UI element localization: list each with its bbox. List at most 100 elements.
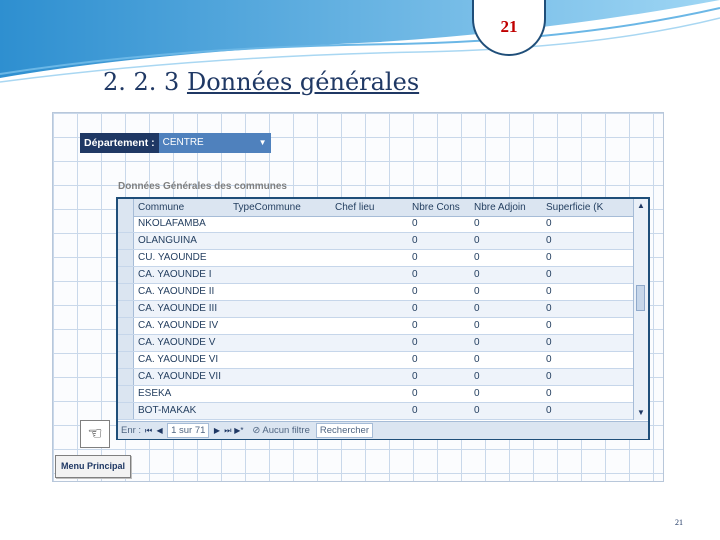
row-selector[interactable] [118,335,134,351]
cell-type[interactable] [229,335,331,351]
cell-commune[interactable]: CA. YAOUNDE VI [134,352,229,368]
cell-superficie[interactable]: 0 [542,267,634,283]
cell-chef-lieu[interactable] [331,233,408,249]
cell-nbre-cons[interactable]: 0 [408,284,470,300]
cell-chef-lieu[interactable] [331,216,408,232]
next-record-icon[interactable]: ▶ [211,426,222,435]
table-row[interactable]: CA. YAOUNDE III 0 0 0 [118,301,634,318]
cell-nbre-adjoin[interactable]: 0 [470,335,542,351]
scroll-up-icon[interactable]: ▲ [634,199,648,213]
table-row[interactable]: NKOLAFAMBA 0 0 0 [118,216,634,233]
table-row[interactable]: ESEKA 0 0 0 [118,386,634,403]
cell-nbre-cons[interactable]: 0 [408,267,470,283]
row-selector[interactable] [118,318,134,334]
row-selector[interactable] [118,250,134,266]
cell-commune[interactable]: ESEKA [134,386,229,402]
table-row[interactable]: CA. YAOUNDE VII 0 0 0 [118,369,634,386]
cell-chef-lieu[interactable] [331,250,408,266]
table-row[interactable]: CU. YAOUNDE 0 0 0 [118,250,634,267]
column-header[interactable]: Nbre Cons [408,199,470,216]
cell-nbre-adjoin[interactable]: 0 [470,267,542,283]
column-header[interactable]: Superficie (K [542,199,634,216]
cell-nbre-adjoin[interactable]: 0 [470,318,542,334]
cell-chef-lieu[interactable] [331,403,408,419]
cell-nbre-cons[interactable]: 0 [408,386,470,402]
cell-superficie[interactable]: 0 [542,386,634,402]
row-selector[interactable] [118,386,134,402]
table-row[interactable]: OLANGUINA 0 0 0 [118,233,634,250]
cell-chef-lieu[interactable] [331,267,408,283]
column-header[interactable]: Chef lieu [331,199,408,216]
cell-chef-lieu[interactable] [331,386,408,402]
cell-commune[interactable]: CA. YAOUNDE V [134,335,229,351]
table-row[interactable]: CA. YAOUNDE VI 0 0 0 [118,352,634,369]
department-select[interactable]: CENTRE ▼ [158,133,271,153]
cell-chef-lieu[interactable] [331,284,408,300]
first-record-icon[interactable]: ⏮ [143,426,154,436]
cell-commune[interactable]: CA. YAOUNDE III [134,301,229,317]
cell-superficie[interactable]: 0 [542,216,634,232]
cell-commune[interactable]: CA. YAOUNDE VII [134,369,229,385]
row-selector[interactable] [118,267,134,283]
cell-nbre-cons[interactable]: 0 [408,250,470,266]
row-selector[interactable] [118,233,134,249]
last-record-icon[interactable]: ⏭ [222,426,233,436]
cell-commune[interactable]: CA. YAOUNDE II [134,284,229,300]
scroll-down-icon[interactable]: ▼ [634,406,648,420]
cell-chef-lieu[interactable] [331,318,408,334]
row-selector[interactable] [118,369,134,385]
cell-type[interactable] [229,284,331,300]
cell-type[interactable] [229,403,331,419]
row-selector[interactable] [118,284,134,300]
cell-nbre-adjoin[interactable]: 0 [470,301,542,317]
record-number-input[interactable]: 1 sur 71 [167,423,210,438]
cell-superficie[interactable]: 0 [542,369,634,385]
cell-type[interactable] [229,250,331,266]
cell-commune[interactable]: CA. YAOUNDE IV [134,318,229,334]
table-row[interactable]: CA. YAOUNDE I000 [118,267,634,284]
cell-superficie[interactable]: 0 [542,301,634,317]
table-row[interactable]: CA. YAOUNDE II 0 0 0 [118,284,634,301]
cell-nbre-adjoin[interactable]: 0 [470,352,542,368]
cell-type[interactable] [229,216,331,232]
cell-nbre-adjoin[interactable]: 0 [470,403,542,419]
cell-superficie[interactable]: 0 [542,403,634,419]
row-selector[interactable] [118,403,134,419]
cell-superficie[interactable]: 0 [542,335,634,351]
cell-type[interactable] [229,301,331,317]
chevron-down-icon[interactable]: ▼ [257,136,269,150]
table-row[interactable]: CA. YAOUNDE IV 0 0 0 [118,318,634,335]
cell-chef-lieu[interactable] [331,335,408,351]
cell-nbre-adjoin[interactable]: 0 [470,233,542,249]
row-selector[interactable] [118,301,134,317]
column-header[interactable]: Nbre Adjoin [470,199,542,216]
scroll-thumb[interactable] [636,285,645,311]
cell-nbre-adjoin[interactable]: 0 [470,386,542,402]
vertical-scrollbar[interactable]: ▲ ▼ [633,199,648,420]
pointing-hand-icon[interactable]: ☜ [80,420,110,448]
row-selector[interactable] [118,216,134,232]
cell-nbre-cons[interactable]: 0 [408,352,470,368]
filter-icon[interactable]: ⊘ [252,425,260,436]
cell-nbre-cons[interactable]: 0 [408,369,470,385]
cell-commune[interactable]: CU. YAOUNDE [134,250,229,266]
column-header[interactable]: TypeCommune [229,199,331,216]
cell-type[interactable] [229,233,331,249]
cell-nbre-cons[interactable]: 0 [408,233,470,249]
new-record-icon[interactable]: ▶* [233,426,244,435]
cell-commune[interactable]: OLANGUINA [134,233,229,249]
cell-type[interactable] [229,369,331,385]
cell-nbre-adjoin[interactable]: 0 [470,369,542,385]
cell-commune[interactable]: CA. YAOUNDE I [134,267,229,283]
cell-nbre-cons[interactable]: 0 [408,216,470,232]
table-row[interactable]: CA. YAOUNDE V000 [118,335,634,352]
select-all-corner[interactable] [118,199,134,216]
cell-superficie[interactable]: 0 [542,233,634,249]
cell-nbre-cons[interactable]: 0 [408,301,470,317]
cell-chef-lieu[interactable] [331,301,408,317]
cell-nbre-cons[interactable]: 0 [408,403,470,419]
cell-chef-lieu[interactable] [331,352,408,368]
row-selector[interactable] [118,352,134,368]
cell-nbre-cons[interactable]: 0 [408,335,470,351]
filter-status[interactable]: Aucun filtre [262,425,310,436]
